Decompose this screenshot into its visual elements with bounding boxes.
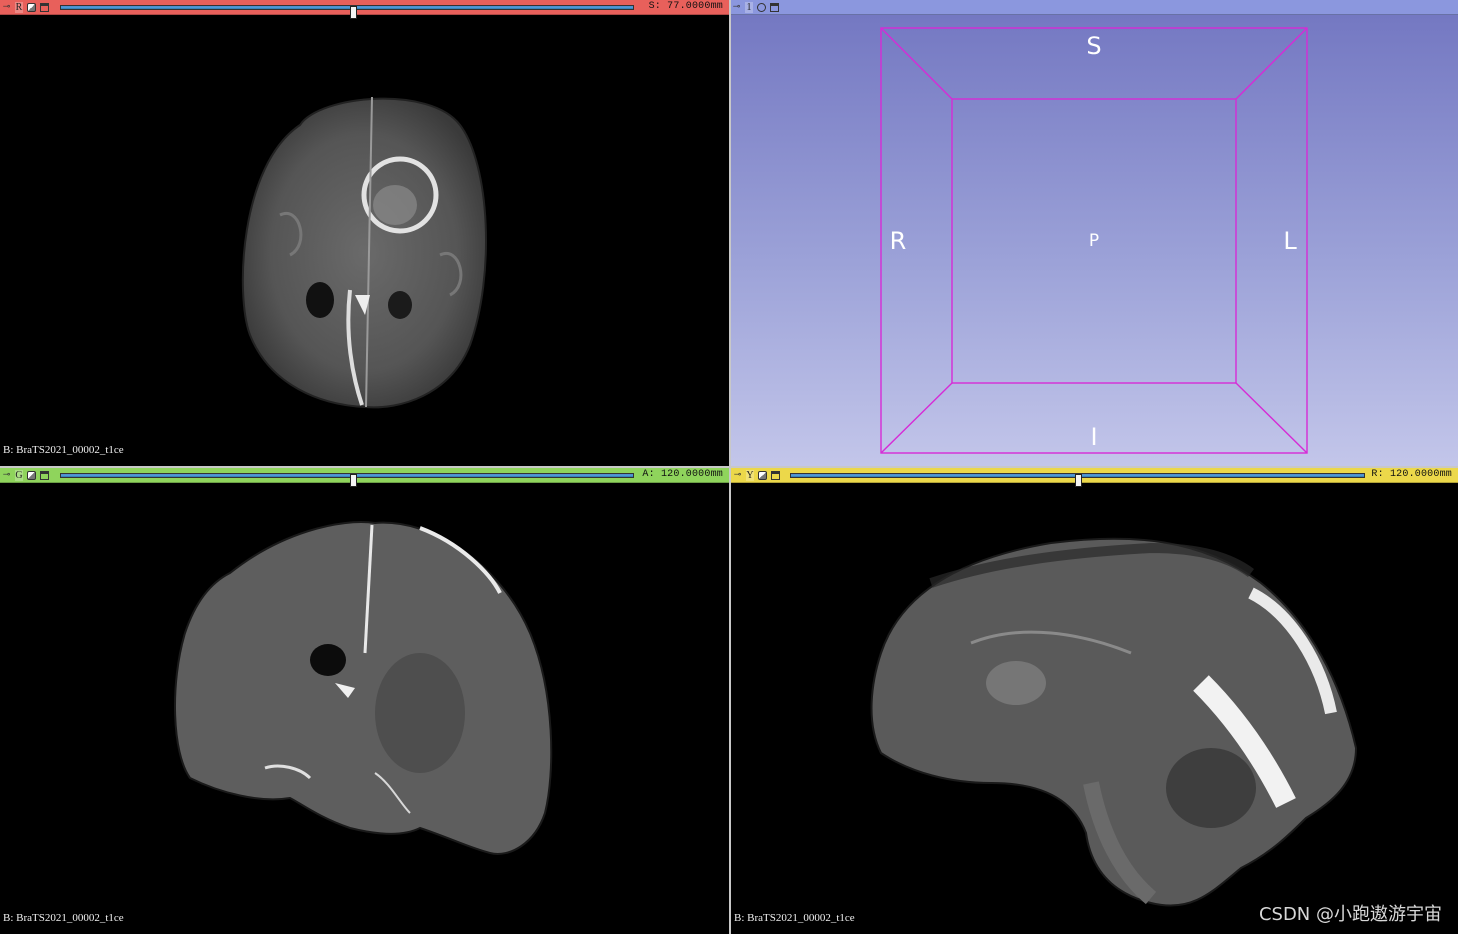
sagittal-view-controller-bar: ⊸ Y R: 120.0000mm: [731, 468, 1458, 487]
orientation-label-superior: S: [1086, 32, 1102, 60]
orientation-label-left: L: [1283, 227, 1297, 255]
orientation-label-posterior: P: [1088, 231, 1100, 251]
view-maximize-icon[interactable]: [770, 2, 779, 12]
axial-slice-view[interactable]: ⊸ R S: 77.0000mm B: BraTS2021_00002_t1ce: [0, 0, 729, 466]
slice-offset-slider[interactable]: [790, 473, 1365, 487]
view-maximize-icon[interactable]: [40, 470, 49, 480]
3d-view[interactable]: ⊸ 1 S I R L P: [730, 0, 1458, 466]
slice-offset-slider[interactable]: [60, 473, 634, 487]
orientation-label-right: R: [889, 227, 907, 255]
coronal-view-controller-bar: ⊸ G A: 120.0000mm: [0, 468, 729, 487]
pushpin-icon[interactable]: ⊸: [2, 470, 11, 480]
volume-label: B: BraTS2021_00002_t1ce: [734, 912, 855, 924]
3d-view-controller-bar: ⊸ 1: [730, 0, 1458, 15]
watermark: CSDN @小跑遨游宇宙: [1258, 904, 1442, 925]
orientation-label-inferior: I: [1090, 423, 1098, 451]
slice-offset-readout: R: 120.0000mm: [1371, 469, 1452, 480]
link-icon[interactable]: [27, 2, 36, 12]
view-letter[interactable]: R: [15, 1, 23, 13]
coronal-brain-image: [173, 521, 553, 855]
pushpin-icon[interactable]: ⊸: [733, 470, 742, 480]
link-icon[interactable]: [27, 470, 36, 480]
volume-label: B: BraTS2021_00002_t1ce: [3, 912, 124, 924]
slice-offset-slider[interactable]: [60, 5, 634, 19]
axial-view-controller-bar: ⊸ R S: 77.0000mm: [0, 0, 729, 19]
slice-offset-readout: A: 120.0000mm: [642, 469, 723, 480]
pushpin-icon[interactable]: ⊸: [732, 2, 741, 12]
sagittal-brain-image: [870, 537, 1358, 907]
pushpin-icon[interactable]: ⊸: [2, 2, 11, 12]
view-maximize-icon[interactable]: [771, 470, 780, 480]
link-icon[interactable]: [758, 470, 767, 480]
coronal-slice-view[interactable]: ⊸ G A: 120.0000mm B: BraTS2021_00002_t1c…: [0, 468, 729, 934]
view-divider-horizontal[interactable]: [0, 466, 1458, 468]
crosshair-icon[interactable]: [757, 2, 766, 12]
sagittal-slice-view[interactable]: ⊸ Y R: 120.0000mm B: BraTS2021_00002_t1c…: [731, 468, 1458, 934]
slice-offset-readout: S: 77.0000mm: [648, 1, 723, 12]
view-letter[interactable]: Y: [746, 469, 754, 481]
view-maximize-icon[interactable]: [40, 2, 49, 12]
view-letter[interactable]: G: [15, 469, 23, 481]
volume-label: B: BraTS2021_00002_t1ce: [3, 444, 124, 456]
axial-brain-image: [241, 96, 488, 409]
view-letter[interactable]: 1: [745, 1, 753, 13]
